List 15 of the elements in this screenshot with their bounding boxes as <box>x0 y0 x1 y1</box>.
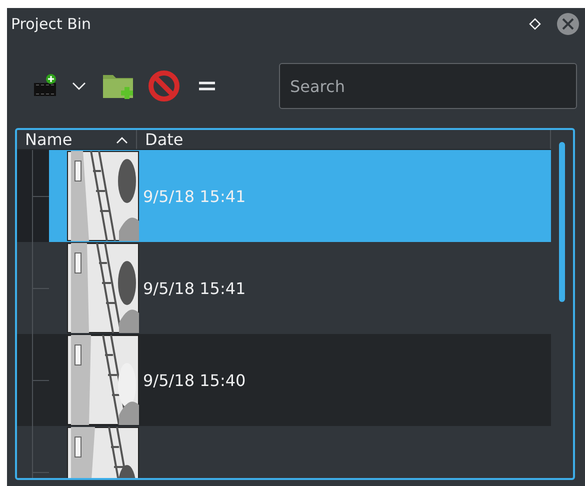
column-header[interactable]: Name <box>17 130 137 149</box>
close-icon[interactable] <box>557 13 579 35</box>
search-field[interactable]: Search <box>279 63 577 109</box>
date-text: 9/5/18 15:40 <box>143 370 246 390</box>
scrollbar-thumb[interactable] <box>559 142 565 302</box>
column-header[interactable]: Date <box>137 130 551 149</box>
clip-row[interactable]: 9/5/18 15:41 <box>49 242 551 334</box>
chevron-down-icon <box>72 82 86 90</box>
date-text: 9/5/18 15:41 <box>143 278 246 298</box>
forbidden-icon <box>148 70 180 102</box>
menu-icon <box>198 81 216 91</box>
date-text: 9/5/18 15:41 <box>143 186 246 206</box>
window-title: Project Bin <box>11 15 92 33</box>
film-plus-icon <box>32 73 58 99</box>
float-icon[interactable] <box>529 18 541 30</box>
